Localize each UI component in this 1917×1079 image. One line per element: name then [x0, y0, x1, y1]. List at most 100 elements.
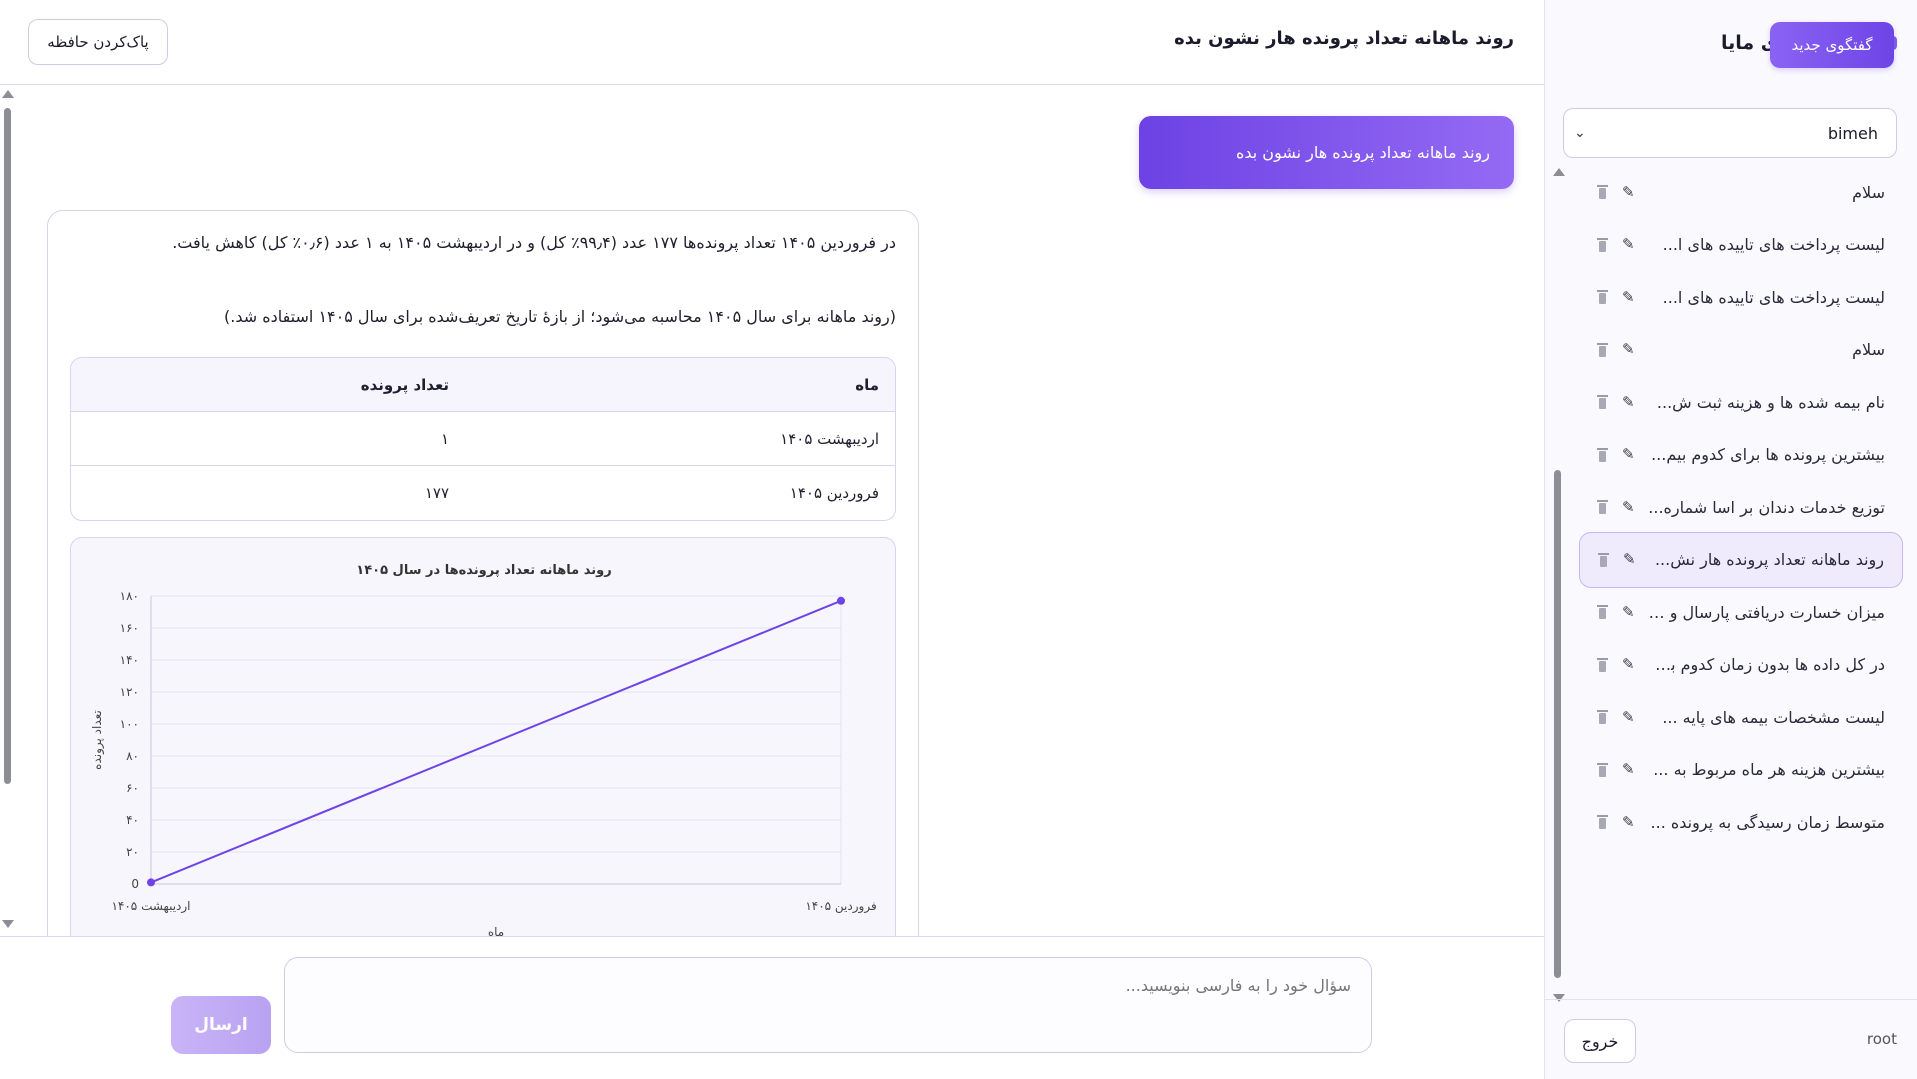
conversation-item[interactable]: در کل داده ها بدون زمان کدوم بی... ✎: [1579, 637, 1903, 693]
y-tick-label: ۱۰۰: [120, 717, 139, 731]
sidebar-header: هوش تجاری مایا گفتگوی جدید: [1544, 0, 1917, 90]
pencil-icon[interactable]: ✎: [1622, 394, 1635, 410]
conversation-item[interactable]: لیست پرداخت های تاییده های ا... ✎: [1579, 217, 1903, 273]
conversation-actions: ✎: [1597, 762, 1635, 777]
conversation-item[interactable]: لیست مشخصات بیمه های پایه ... ✎: [1579, 689, 1903, 745]
conversation-label: سلام: [1852, 340, 1885, 359]
conversation-label: میزان خسارت دریافتی پارسال و ا...: [1645, 602, 1885, 622]
conversation-actions: ✎: [1597, 657, 1635, 672]
pencil-icon[interactable]: ✎: [1622, 709, 1635, 725]
table-cell-count: ۱: [440, 429, 450, 448]
scroll-up-arrow-icon[interactable]: [1553, 168, 1565, 176]
x-axis-label: ماه: [488, 925, 504, 936]
conversation-label: روند ماهانه تعداد پرونده هار نش...: [1654, 550, 1884, 569]
sidebar-footer: root خروج: [1544, 999, 1917, 1079]
question-input[interactable]: [284, 957, 1372, 1053]
user-name: root: [1866, 1030, 1897, 1048]
conversation-label: سلام: [1852, 182, 1885, 202]
send-button[interactable]: ارسال: [171, 996, 271, 1054]
bot-paragraph-note: (روند ماهانه برای سال ۱۴۰۵ محاسبه می‌شود…: [223, 307, 896, 326]
trash-icon[interactable]: [1597, 710, 1608, 724]
y-tick-label: 0: [131, 877, 139, 891]
conversation-item[interactable]: روند ماهانه تعداد پرونده هار نش... ✎: [1579, 531, 1903, 588]
data-point: [147, 878, 155, 887]
y-tick-label: ۱۶۰: [120, 621, 139, 635]
conversation-item[interactable]: میزان خسارت دریافتی پارسال و ا... ✎: [1579, 584, 1903, 640]
y-tick-label: ۱۴۰: [120, 653, 139, 667]
conversation-actions: ✎: [1597, 184, 1635, 200]
x-tick-label: فروردین ۱۴۰۵: [805, 899, 876, 914]
conversation-item[interactable]: نام بیمه شده ها و هزینه ثبت ش... ✎: [1579, 374, 1903, 430]
pencil-icon[interactable]: ✎: [1622, 447, 1635, 462]
data-point: [837, 596, 845, 605]
conversation-label: توزیع خدمات دندان بر اسا شماره...: [1648, 497, 1885, 517]
line-chart: روند ماهانه تعداد پرونده‌ها در سال ۱۴۰۵ 0…: [90, 563, 877, 936]
conversation-actions: ✎: [1597, 447, 1635, 462]
y-tick-label: ۴۰: [126, 813, 139, 827]
sidebar-scrollbar[interactable]: [1553, 160, 1565, 1002]
trash-icon[interactable]: [1597, 237, 1608, 252]
trash-icon[interactable]: [1597, 815, 1608, 829]
pencil-icon[interactable]: ✎: [1622, 604, 1635, 620]
trash-icon[interactable]: [1597, 447, 1608, 462]
trash-icon[interactable]: [1597, 290, 1608, 304]
table-header-row: ماه تعداد پرونده: [71, 358, 895, 412]
pencil-icon[interactable]: ✎: [1622, 499, 1635, 515]
database-select-value: bimeh: [1827, 123, 1878, 143]
pencil-icon[interactable]: ✎: [1623, 552, 1636, 567]
pencil-icon[interactable]: ✎: [1622, 342, 1635, 357]
pencil-icon[interactable]: ✎: [1622, 762, 1635, 777]
conversation-item[interactable]: بیشترین پرونده ها برای کدوم بیم... ✎: [1579, 427, 1903, 483]
trash-icon[interactable]: [1597, 395, 1608, 409]
conversation-item[interactable]: متوسط زمان رسیدگی به پرونده ... ✎: [1579, 794, 1903, 850]
message-scrollbar[interactable]: [2, 86, 14, 936]
y-tick-label: ۱۸۰: [120, 589, 139, 603]
chat-title: روند ماهانه تعداد پرونده هار نشون بده: [1174, 28, 1514, 49]
pencil-icon[interactable]: ✎: [1622, 657, 1635, 672]
chart-title: روند ماهانه تعداد پرونده‌ها در سال ۱۴۰۵: [356, 563, 611, 578]
trash-icon[interactable]: [1597, 342, 1608, 357]
table-row: اردیبهشت ۱۴۰۵ ۱: [71, 412, 895, 466]
sidebar-scroll-thumb[interactable]: [1554, 470, 1561, 978]
table-header-month: ماه: [855, 375, 879, 394]
pencil-icon[interactable]: ✎: [1622, 814, 1635, 830]
main-panel: روند ماهانه تعداد پرونده هار نشون بده پا…: [0, 0, 1544, 1079]
bot-paragraph-summary: در فروردین ۱۴۰۵ تعداد پرونده‌ها ۱۷۷ عدد …: [172, 233, 896, 252]
conversation-item[interactable]: سلام ✎: [1579, 322, 1903, 378]
bot-message-card: در فروردین ۱۴۰۵ تعداد پرونده‌ها ۱۷۷ عدد …: [47, 210, 919, 936]
trash-icon[interactable]: [1597, 762, 1608, 777]
database-select[interactable]: bimeh ⌄: [1563, 108, 1897, 158]
trash-icon[interactable]: [1597, 185, 1608, 199]
scroll-down-arrow-icon[interactable]: [2, 920, 14, 928]
clear-memory-button[interactable]: پاک‌کردن حافظه: [28, 19, 168, 65]
message-scroll-thumb[interactable]: [4, 108, 11, 784]
conversation-actions: ✎: [1597, 237, 1635, 252]
message-area: روند ماهانه تعداد پرونده هار نشون بده در…: [0, 86, 1544, 936]
conversation-item[interactable]: توزیع خدمات دندان بر اسا شماره... ✎: [1579, 479, 1903, 535]
conversation-actions: ✎: [1597, 289, 1635, 305]
pencil-icon[interactable]: ✎: [1622, 237, 1635, 252]
table-cell-month: فروردین ۱۴۰۵: [789, 484, 879, 502]
pencil-icon[interactable]: ✎: [1622, 289, 1635, 305]
conversation-item[interactable]: سلام ✎: [1579, 164, 1903, 220]
conversation-item[interactable]: بیشترین هزینه هر ماه مربوط به ... ✎: [1579, 742, 1903, 798]
conversation-label: بیشترین پرونده ها برای کدوم بیم...: [1651, 445, 1885, 464]
series-line: [150, 599, 842, 884]
logout-button[interactable]: خروج: [1564, 1019, 1636, 1063]
scroll-up-arrow-icon[interactable]: [2, 90, 14, 98]
conversation-item[interactable]: لیست پرداخت های تاییده های ا... ✎: [1579, 269, 1903, 325]
y-tick-label: ۲۰: [126, 845, 139, 859]
pencil-icon[interactable]: ✎: [1622, 184, 1635, 200]
trash-icon[interactable]: [1597, 500, 1608, 514]
top-bar: روند ماهانه تعداد پرونده هار نشون بده پا…: [0, 0, 1544, 85]
y-tick-label: ۱۲۰: [120, 685, 139, 699]
conversation-label: لیست پرداخت های تاییده های ا...: [1662, 287, 1885, 307]
new-chat-button[interactable]: گفتگوی جدید: [1770, 22, 1894, 68]
trash-icon[interactable]: [1598, 552, 1609, 567]
conversation-actions: ✎: [1597, 394, 1635, 410]
y-axis-label: تعداد پرونده: [90, 710, 105, 770]
trash-icon[interactable]: [1597, 657, 1608, 672]
y-tick-label: ۸۰: [126, 749, 139, 763]
trash-icon[interactable]: [1597, 605, 1608, 619]
y-tick-label: ۶۰: [126, 781, 139, 795]
